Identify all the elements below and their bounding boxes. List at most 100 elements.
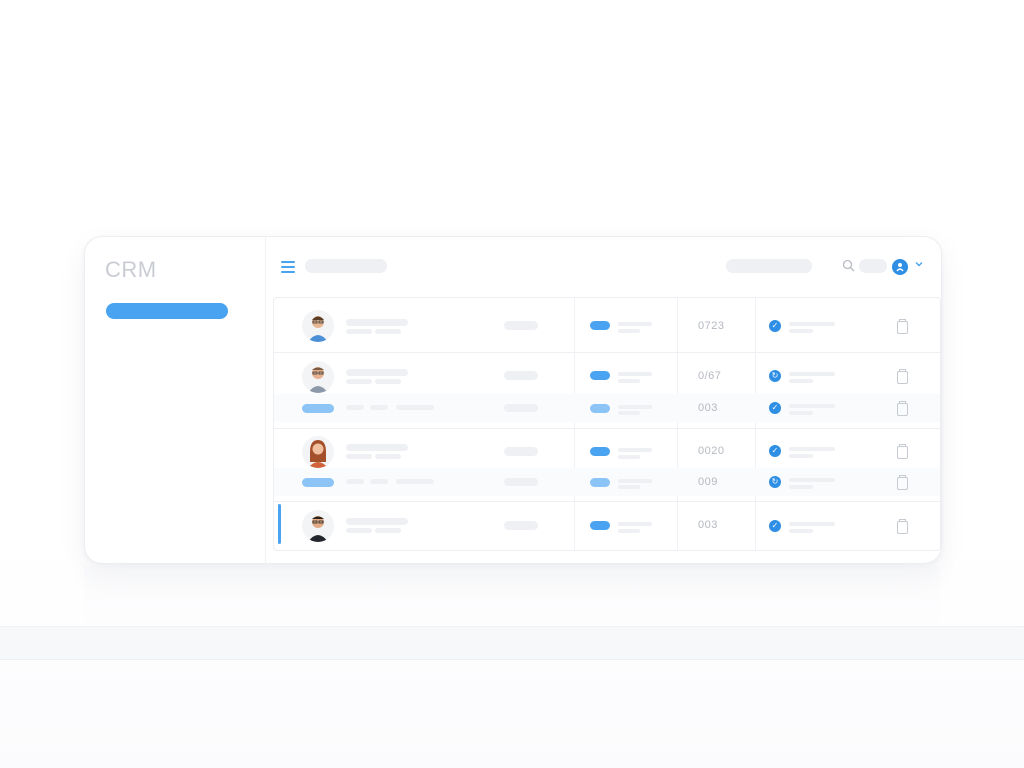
tag-text-placeholder <box>618 379 640 383</box>
record-id: 003 <box>698 519 718 531</box>
stage: CRM 0723 ✓ 0/67 ↻ 003 ✓ 0020 ✓ 009 ↻ 003… <box>0 0 1024 768</box>
company-placeholder <box>504 321 538 330</box>
status-tag <box>590 447 610 456</box>
record-id: 0/67 <box>698 370 722 382</box>
record-id: 0723 <box>698 320 725 332</box>
tag-pill <box>302 404 334 413</box>
status-icon[interactable]: ✓ <box>769 320 781 332</box>
tag-text-placeholder <box>618 411 640 415</box>
contact-detail-placeholder <box>375 454 401 459</box>
record-id: 003 <box>698 402 718 414</box>
status-text-placeholder <box>789 329 813 333</box>
sub-detail-placeholder <box>370 479 388 484</box>
user-avatar-icon[interactable] <box>892 259 908 275</box>
status-text-placeholder <box>789 478 835 482</box>
contact-name-placeholder <box>346 444 408 451</box>
company-placeholder <box>504 521 538 530</box>
tag-text-placeholder <box>618 455 640 459</box>
status-icon[interactable]: ✓ <box>769 402 781 414</box>
company-placeholder <box>504 404 538 412</box>
row-divider <box>274 352 940 353</box>
sub-detail-placeholder <box>396 405 434 410</box>
status-text-placeholder <box>789 322 835 326</box>
trash-icon[interactable] <box>897 444 908 459</box>
status-text-placeholder <box>789 372 835 376</box>
brand-logo: CRM <box>105 257 157 282</box>
tag-text-placeholder <box>618 322 652 326</box>
sub-detail-placeholder <box>396 479 434 484</box>
status-text-placeholder <box>789 454 813 458</box>
chevron-down-icon[interactable] <box>914 259 924 272</box>
tag-text-placeholder <box>618 329 640 333</box>
contact-detail-placeholder <box>346 528 372 533</box>
contacts-table: 0723 ✓ 0/67 ↻ 003 ✓ 0020 ✓ 009 ↻ 003 ✓ <box>273 297 941 551</box>
tag-text-placeholder <box>618 479 652 483</box>
tag-text-placeholder <box>618 522 652 526</box>
status-text-placeholder <box>789 411 813 415</box>
company-placeholder <box>504 478 538 486</box>
search-input[interactable] <box>859 259 887 273</box>
tag-pill <box>302 478 334 487</box>
status-text-placeholder <box>789 485 813 489</box>
contact-detail-placeholder <box>375 329 401 334</box>
company-placeholder <box>504 371 538 380</box>
status-tag <box>590 404 610 413</box>
contact-detail-placeholder <box>346 379 372 384</box>
sidebar-item-active[interactable] <box>106 303 228 319</box>
column-divider <box>574 298 575 550</box>
status-text-placeholder <box>789 529 813 533</box>
avatar[interactable] <box>302 310 334 342</box>
sub-detail-placeholder <box>346 479 364 484</box>
page-title-placeholder <box>305 259 387 273</box>
trash-icon[interactable] <box>897 319 908 334</box>
tag-text-placeholder <box>618 485 640 489</box>
contact-name-placeholder <box>346 518 408 525</box>
status-icon[interactable]: ✓ <box>769 445 781 457</box>
row-divider <box>274 501 940 502</box>
trash-icon[interactable] <box>897 369 908 384</box>
row-selected-indicator <box>278 504 281 544</box>
hamburger-menu-icon[interactable] <box>281 261 295 273</box>
company-placeholder <box>504 447 538 456</box>
contact-detail-placeholder <box>346 454 372 459</box>
sidebar: CRM <box>85 237 266 563</box>
status-tag <box>590 478 610 487</box>
trash-icon[interactable] <box>897 401 908 416</box>
sub-detail-placeholder <box>346 405 364 410</box>
status-text-placeholder <box>789 522 835 526</box>
status-tag <box>590 321 610 330</box>
tag-text-placeholder <box>618 372 652 376</box>
contact-detail-placeholder <box>375 528 401 533</box>
contact-detail-placeholder <box>346 329 372 334</box>
shelf-surface <box>0 626 1024 660</box>
avatar[interactable] <box>302 361 334 393</box>
status-text-placeholder <box>789 379 813 383</box>
record-id: 009 <box>698 476 718 488</box>
status-text-placeholder <box>789 404 835 408</box>
trash-icon[interactable] <box>897 475 908 490</box>
sub-detail-placeholder <box>370 405 388 410</box>
window-reflection <box>84 566 940 626</box>
contact-name-placeholder <box>346 369 408 376</box>
tag-text-placeholder <box>618 448 652 452</box>
toolbar-placeholder <box>726 259 812 273</box>
avatar[interactable] <box>302 436 334 468</box>
record-id: 0020 <box>698 445 725 457</box>
trash-icon[interactable] <box>897 519 908 534</box>
contact-detail-placeholder <box>375 379 401 384</box>
column-divider <box>755 298 756 550</box>
row-divider <box>274 428 940 429</box>
status-icon[interactable]: ↻ <box>769 370 781 382</box>
status-icon[interactable]: ↻ <box>769 476 781 488</box>
contact-name-placeholder <box>346 319 408 326</box>
column-divider <box>677 298 678 550</box>
status-tag <box>590 521 610 530</box>
avatar[interactable] <box>302 510 334 542</box>
crm-window: CRM 0723 ✓ 0/67 ↻ 003 ✓ 0020 ✓ 009 ↻ 003… <box>84 236 942 564</box>
search-icon[interactable] <box>842 259 856 273</box>
status-tag <box>590 371 610 380</box>
status-icon[interactable]: ✓ <box>769 520 781 532</box>
tag-text-placeholder <box>618 405 652 409</box>
tag-text-placeholder <box>618 529 640 533</box>
status-text-placeholder <box>789 447 835 451</box>
